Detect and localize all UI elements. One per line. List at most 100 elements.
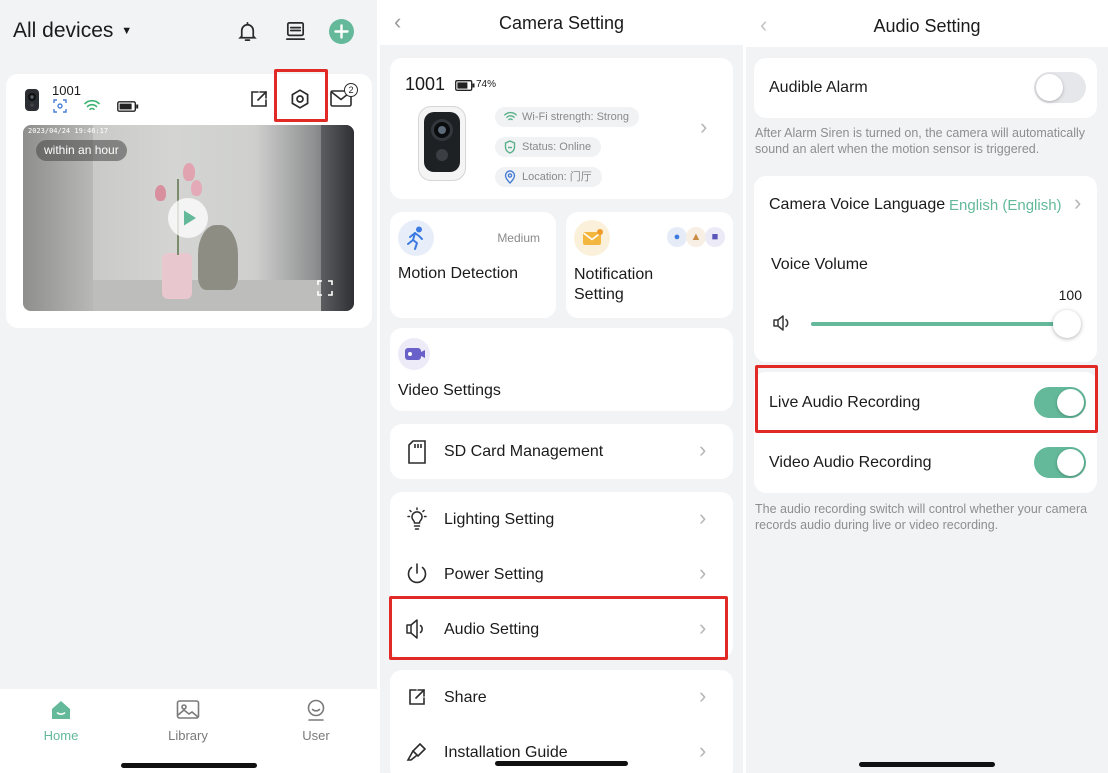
audible-alarm-row: Audible Alarm [754,58,1097,118]
devices-screen: All devices ▼ 1001 2 2023/04/24 19:46:17… [0,0,377,773]
location-pin-icon [504,170,516,184]
home-indicator [859,762,995,767]
sd-card-row[interactable]: SD Card Management › [390,424,733,479]
battery-icon [455,80,475,91]
chevron-right-icon: › [699,560,707,585]
motion-icon [398,220,434,256]
page-title: Audio Setting [873,16,981,36]
nav-home[interactable]: Home [30,699,92,743]
flower [191,180,202,196]
voice-settings-card: Camera Voice Language English (English) … [754,176,1097,362]
battery-percent: 74% [476,79,497,90]
status-icon [504,140,516,154]
motion-level: Medium [497,231,540,245]
voice-volume-label: Voice Volume [771,256,868,273]
voice-language-label: Camera Voice Language [769,196,946,213]
lighting-label: Lighting Setting [444,511,555,528]
voice-language-row[interactable]: Camera Voice Language English (English) … [754,176,1097,233]
nav-library-label: Library [168,728,208,743]
header: ‹ Camera Setting [380,0,743,45]
power-label: Power Setting [444,566,544,583]
slider-fill [811,322,1081,326]
share-row[interactable]: Share › [390,670,733,725]
image-icon [176,700,200,719]
running-person-icon [407,226,423,250]
chevron-right-icon: › [1074,190,1082,215]
volume-icon [773,315,789,331]
camera-name: 1001 [405,74,446,94]
audio-setting-screen: ‹ Audio Setting Audible Alarm After Alar… [746,0,1108,773]
chevron-right-icon: › [700,114,708,139]
home-indicator [495,761,628,766]
header: ‹ Audio Setting [746,0,1108,47]
fullscreen-icon[interactable] [317,280,333,296]
flower-vase [162,253,192,299]
live-audio-highlight [755,365,1098,433]
lighting-row[interactable]: Lighting Setting › [390,492,733,547]
alarm-help-text: After Alarm Siren is turned on, the came… [755,126,1085,156]
caret-down-icon: ▼ [121,25,133,37]
share-icon[interactable] [249,89,269,109]
video-audio-row: Video Audio Recording [754,432,1097,493]
battery-icon [117,101,139,112]
plus-icon [334,24,349,39]
nav-user[interactable]: User [285,699,347,743]
wifi-strength-pill: Wi-Fi strength: Strong [495,107,639,127]
audio-setting-highlight [389,596,728,660]
envelope-icon [583,229,603,245]
volume-slider[interactable] [811,309,1081,339]
device-name: 1001 [52,83,81,98]
recency-badge: within an hour [36,140,127,161]
motion-detection-tile[interactable]: Medium Motion Detection [390,212,556,318]
video-camera-icon [405,348,425,360]
page-title: All devices [13,19,114,42]
wifi-icon [504,111,517,121]
slider-thumb[interactable] [1053,310,1081,338]
share-label: Share [444,689,487,706]
camera-info-card[interactable]: 1001 74% Wi-Fi strength: Strong Status: … [390,58,733,199]
audible-alarm-label: Audible Alarm [769,79,868,96]
vehicle-icon: ■ [705,227,725,247]
all-devices-dropdown[interactable]: All devices ▼ [13,19,132,43]
person-icon: ● [667,227,687,247]
video-audio-label: Video Audio Recording [769,454,932,471]
chevron-right-icon: › [699,738,707,763]
message-count-badge: 2 [344,83,358,97]
home-indicator [121,763,257,768]
notification-setting-tile[interactable]: ● ▲ ■ Notification Setting [566,212,733,318]
motion-tracking-icon [53,99,67,113]
add-device-button[interactable] [329,19,354,44]
nav-home-label: Home [43,728,79,743]
notification-label: Notification Setting [574,266,654,303]
video-settings-tile[interactable]: Video Settings [390,328,733,411]
sd-card-label: SD Card Management [444,443,604,460]
audible-alarm-toggle[interactable] [1034,72,1086,103]
notification-icon [574,220,610,256]
bottom-nav: Home Library User [0,689,377,773]
camera-preview[interactable]: 2023/04/24 19:46:17 within an hour [23,125,354,311]
video-icon [398,338,430,370]
chevron-right-icon: › [699,437,707,462]
screwdriver-icon [406,742,427,761]
play-button[interactable] [168,198,208,238]
user-icon [307,699,325,721]
camera-setting-screen: ‹ Camera Setting 1001 74% Wi-Fi strength… [380,0,743,773]
sd-card-icon [408,440,426,464]
device-card[interactable]: 1001 2 2023/04/24 19:46:17 within an hou… [6,69,372,328]
power-icon [407,563,427,584]
bell-icon[interactable] [236,20,259,43]
notification-types: ● ▲ ■ [667,227,725,247]
installation-label: Installation Guide [444,744,568,761]
chevron-right-icon: › [699,683,707,708]
video-audio-toggle[interactable] [1034,447,1086,478]
camera-thumbnail-icon [25,89,39,111]
chevron-right-icon: › [699,505,707,530]
share-icon [409,689,425,705]
lightbulb-icon [407,507,427,530]
camera-image [418,106,466,181]
play-icon [184,210,196,226]
nav-library[interactable]: Library [157,699,219,743]
device-list-icon[interactable] [284,20,307,43]
power-row[interactable]: Power Setting › [390,547,733,602]
wifi-icon [84,99,100,111]
